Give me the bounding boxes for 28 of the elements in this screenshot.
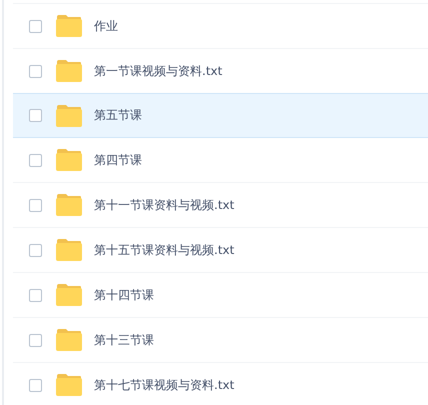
- checkbox[interactable]: [29, 64, 42, 78]
- checkbox[interactable]: [29, 288, 42, 302]
- checkbox[interactable]: [29, 198, 42, 212]
- file-name: 第十五节课资料与视频.txt: [94, 242, 234, 258]
- file-name: 第四节课: [94, 152, 142, 168]
- file-name: 第十七节课视频与资料.txt: [94, 376, 234, 394]
- file-row[interactable]: 第五节课: [13, 93, 428, 138]
- file-name: 第十一节课资料与视频.txt: [94, 196, 234, 214]
- folder-icon: [56, 149, 82, 171]
- folder-icon: [56, 329, 82, 351]
- checkbox[interactable]: [29, 244, 42, 256]
- checkbox[interactable]: [29, 334, 42, 346]
- checkbox[interactable]: [29, 109, 42, 122]
- checkbox[interactable]: [29, 20, 42, 32]
- file-name: 第十三节课: [94, 332, 154, 348]
- folder-icon: [56, 239, 82, 261]
- file-name: 第五节课: [94, 107, 142, 124]
- file-name: 作业: [94, 18, 118, 34]
- checkbox[interactable]: [29, 378, 42, 392]
- folder-icon: [56, 15, 82, 37]
- folder-icon: [56, 284, 82, 306]
- folder-icon: [56, 104, 82, 126]
- file-name: 第一节课视频与资料.txt: [94, 62, 222, 80]
- folder-icon: [56, 194, 82, 216]
- folder-icon: [56, 60, 82, 82]
- checkbox[interactable]: [29, 154, 42, 166]
- folder-icon: [56, 374, 82, 396]
- file-name: 第十四节课: [94, 286, 154, 304]
